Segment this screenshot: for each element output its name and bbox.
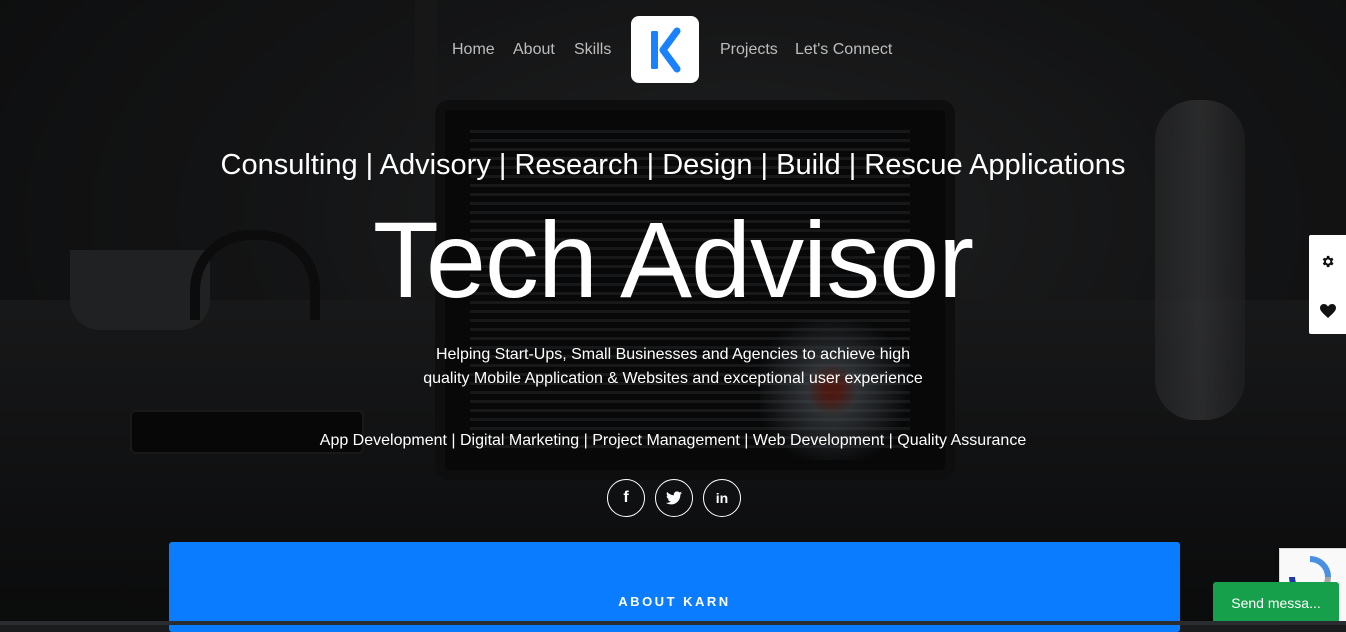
specialties-line: App Development | Digital Marketing | Pr… xyxy=(319,432,1027,449)
about-heading: ABOUT KARN xyxy=(618,594,731,609)
k-logo-icon xyxy=(651,27,681,72)
nav-home[interactable]: Home xyxy=(452,41,495,59)
nav-lets-connect[interactable]: Let's Connect xyxy=(795,41,892,59)
favorite-button[interactable] xyxy=(1309,286,1346,335)
nav-projects[interactable]: Projects xyxy=(720,41,778,59)
twitter-button[interactable] xyxy=(655,479,693,517)
hero-title: Tech Advisor xyxy=(372,199,974,320)
about-section-card: ABOUT KARN xyxy=(169,542,1180,632)
page-bottom-edge xyxy=(0,621,1346,625)
services-heading: Consulting | Advisory | Research | Desig… xyxy=(220,149,1126,181)
send-message-label: Send messa... xyxy=(1231,594,1321,611)
site-logo[interactable] xyxy=(631,16,699,83)
settings-button[interactable] xyxy=(1309,237,1346,286)
send-message-button[interactable]: Send messa... xyxy=(1213,582,1339,623)
nav-skills[interactable]: Skills xyxy=(574,41,611,59)
gear-icon xyxy=(1322,255,1334,268)
hero-tagline: Helping Start-Ups, Small Businesses and … xyxy=(423,346,923,387)
side-toolbar xyxy=(1309,235,1346,334)
nav-about[interactable]: About xyxy=(513,41,555,59)
twitter-icon xyxy=(666,491,682,505)
heart-icon xyxy=(1319,303,1336,318)
linkedin-icon: in xyxy=(715,490,729,506)
linkedin-button[interactable]: in xyxy=(703,479,741,517)
facebook-button[interactable]: f xyxy=(607,479,645,517)
facebook-icon: f xyxy=(623,489,629,506)
